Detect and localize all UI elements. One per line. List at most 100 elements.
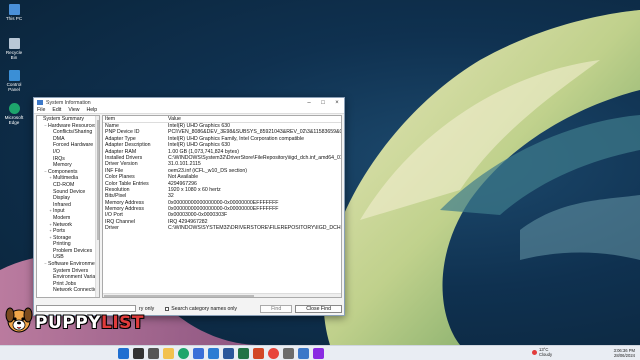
system-info-icon[interactable] [298, 348, 309, 359]
tree-item-label: USB [53, 254, 64, 261]
menu-bar: File Edit View Help [34, 107, 344, 114]
tree-item-label: Print Jobs [53, 280, 77, 287]
menu-edit[interactable]: Edit [52, 107, 61, 113]
tree-item[interactable]: +Network [37, 222, 99, 229]
desktop-icon-this-pc[interactable]: This PC [2, 4, 26, 21]
menu-view[interactable]: View [68, 107, 79, 113]
table-hscrollbar[interactable] [103, 293, 341, 297]
checkbox-label: Search category names only [171, 305, 238, 312]
file-explorer-icon[interactable] [163, 348, 174, 359]
desktop-icon-control-panel[interactable]: Control Panel [2, 70, 26, 92]
edge-icon[interactable] [178, 348, 189, 359]
windows-start-icon[interactable] [118, 348, 129, 359]
minimize-button[interactable]: – [302, 98, 316, 107]
control-panel-icon [8, 70, 20, 81]
tree-item-label: IRQs [53, 155, 65, 162]
weather-desc: Cloudy [539, 352, 553, 357]
tree-item[interactable]: DMA [37, 136, 99, 143]
word-icon[interactable] [223, 348, 234, 359]
tree-scrollbar[interactable] [95, 116, 99, 297]
menu-file[interactable]: File [37, 107, 45, 113]
tree-item[interactable]: IRQs [37, 156, 99, 163]
tree-item[interactable]: Forced Hardware [37, 142, 99, 149]
close-button[interactable]: × [330, 98, 344, 107]
tree-item[interactable]: Display [37, 195, 99, 202]
maximize-button[interactable]: □ [316, 98, 330, 107]
watermark-text-accent: LIST [101, 313, 144, 333]
dog-logo-icon [5, 307, 33, 333]
tree-item[interactable]: +Input [37, 208, 99, 215]
close-find-button[interactable]: Close Find [295, 304, 342, 313]
computer-icon [8, 4, 20, 15]
desktop-icon-label: Microsoft Edge [4, 115, 24, 125]
tree-item[interactable]: +Ports [37, 228, 99, 235]
menu-help[interactable]: Help [86, 107, 97, 113]
excel-icon[interactable] [238, 348, 249, 359]
watermark-text: PUPPYLIST [35, 313, 144, 333]
powerpoint-icon[interactable] [253, 348, 264, 359]
cell-item: Driver [105, 225, 119, 232]
tree-item[interactable]: System Drivers [37, 268, 99, 275]
media-icon[interactable] [313, 348, 324, 359]
tree-item[interactable]: +Multimedia [37, 175, 99, 182]
task-view-icon[interactable] [148, 348, 159, 359]
tree-scroll-thumb[interactable] [96, 120, 99, 240]
search-category-names-checkbox[interactable]: Search category names only [165, 306, 237, 312]
tree-item[interactable]: Environment Variables [37, 274, 99, 281]
title-bar[interactable]: System Information – □ × [34, 98, 344, 107]
tree-item[interactable]: CD-ROM [37, 182, 99, 189]
tree-item[interactable]: Sound Device [37, 189, 99, 196]
tree-item-label: Memory [53, 162, 72, 169]
settings-icon[interactable] [283, 348, 294, 359]
tree-item[interactable]: −Components [37, 169, 99, 176]
chrome-icon[interactable] [268, 348, 279, 359]
tree-item[interactable]: Memory [37, 162, 99, 169]
tree-item-label: Environment Variables [53, 274, 100, 281]
tree-item[interactable]: Infrared [37, 202, 99, 209]
tree-item-label: Modem [53, 214, 71, 221]
tree-item[interactable]: −Software Environment [37, 261, 99, 268]
tree-item[interactable]: Print Jobs [37, 281, 99, 288]
tree-item[interactable]: Conflicts/Sharing [37, 129, 99, 136]
category-tree: System Summary −Hardware Resources Conflic… [36, 115, 100, 298]
tree-item-label: Storage [53, 234, 72, 241]
tree-item-label: Forced Hardware [53, 142, 94, 149]
clock[interactable]: 3:06:36 PM 28/06/2024 [614, 348, 635, 358]
tree-item-label: Ports [53, 228, 66, 235]
tree-item-label: I/O [53, 148, 60, 155]
tree-item[interactable]: Problem Devices [37, 248, 99, 255]
desktop-icon-recycle-bin[interactable]: Recycle Bin [2, 38, 26, 60]
tree-item-label: Input [53, 208, 65, 215]
cell-value: C:\WINDOWS\SYSTEM32\DRIVERSTORE\FILEREPO… [168, 225, 341, 232]
column-header-value[interactable]: Value [166, 116, 341, 122]
tree-item[interactable]: Modem [37, 215, 99, 222]
tree-item[interactable]: I/O [37, 149, 99, 156]
mail-icon[interactable] [208, 348, 219, 359]
table-header: Item Value [103, 116, 341, 123]
search-icon[interactable] [133, 348, 144, 359]
desktop-icon-label: This PC [5, 16, 23, 21]
details-table: Item Value Name Intel(R) UHD Graphics 630… [102, 115, 342, 298]
tree-item[interactable]: +Storage [37, 235, 99, 242]
tree-item-label: Infrared [53, 201, 71, 208]
recycle-bin-icon [8, 38, 20, 49]
window-title: System Information [46, 99, 91, 106]
taskbar: 13°C Cloudy 3:06:36 PM 28/06/2024 [0, 345, 640, 360]
tree-item-label: Network [53, 221, 73, 228]
desktop-icon-edge[interactable]: Microsoft Edge [2, 103, 26, 125]
tree-item[interactable]: Network Connections [37, 287, 99, 294]
tree-item-label: DMA [53, 135, 65, 142]
tree-item-label: CD-ROM [53, 181, 75, 188]
store-icon[interactable] [193, 348, 204, 359]
checkbox-box[interactable] [165, 306, 170, 311]
table-row[interactable]: Driver C:\WINDOWS\SYSTEM32\DRIVERSTORE\FI… [103, 225, 341, 231]
weather-widget[interactable]: 13°C Cloudy [532, 347, 552, 357]
tree-item[interactable]: USB [37, 254, 99, 261]
find-button[interactable]: Find [260, 304, 293, 313]
tree-item[interactable]: Printing [37, 241, 99, 248]
puppylist-watermark: PUPPYLIST [4, 305, 144, 335]
tree-item[interactable]: −Hardware Resources [37, 123, 99, 130]
table-hscroll-thumb[interactable] [104, 294, 254, 297]
column-header-item[interactable]: Item [103, 116, 166, 122]
tree-item[interactable]: System Summary [37, 116, 99, 123]
